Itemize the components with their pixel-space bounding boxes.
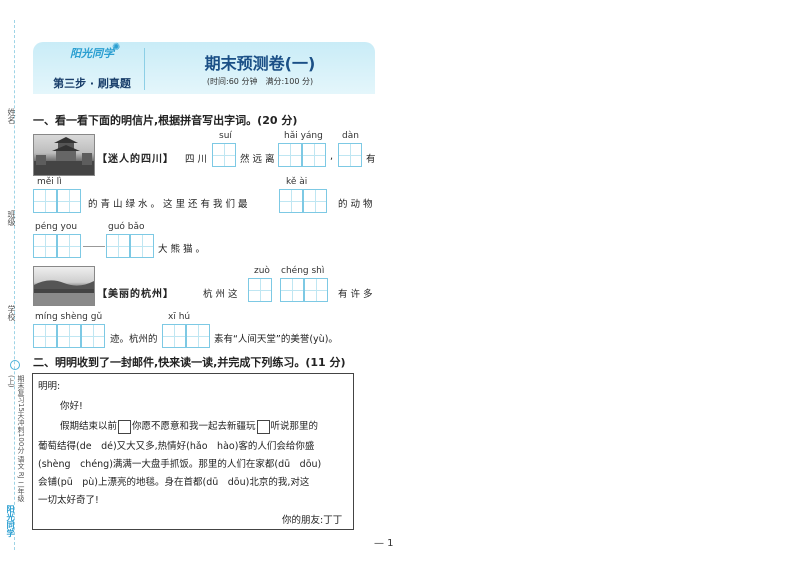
name-label: 姓名 [7,108,16,124]
letter-line-5: 一切太好奇了! [38,495,99,506]
answer-box-cheng[interactable] [280,278,304,302]
letter-line-2: 葡萄结得(de dé)又大又多,热情好(hǎo hào)客的人们会给你盛 [38,441,315,452]
answer-box-sheng[interactable] [57,324,81,348]
answer-box-hai[interactable] [278,143,302,167]
text-ji-hangzhoude: 迹。杭州的 [110,334,158,345]
answer-box-zuo[interactable] [248,278,272,302]
letter-line-1-c: 听说那里的 [270,421,319,432]
pinyin-keai: kě ài [286,177,308,187]
header-divider [144,48,145,90]
answer-box-gu[interactable] [81,324,105,348]
school-label: 学校 [7,305,16,321]
text-comma: , [330,151,334,162]
answer-box-ming[interactable] [33,324,57,348]
dash-connector [83,246,105,247]
pinyin-zuo: zuò [254,266,270,276]
text-ranyuanli: 然远离 [240,154,278,165]
pinyin-pengyou: péng you [35,222,78,232]
section2-heading: 二、明明收到了一封邮件,快来读一读,并完成下列练习。(11 分) [33,356,346,369]
class-label: 班级 [7,210,16,226]
letter-line-1: 假期结束以前 你愿不愿意和我一起去新疆玩 听说那里的 [60,418,318,434]
book-title: 期末复习15天冲刺100分 语文 RJ 二年级(上) [7,375,25,502]
text-renjiantiantang: 素有“人间天堂”的美誉(yù)。 [214,334,338,345]
text-dongwu: 的动物 [338,199,376,210]
answer-box-peng[interactable] [33,234,57,258]
letter-signature: 你的朋友:丁丁 [282,515,343,526]
step-label: 第三步 · 刷真题 [53,77,131,90]
answer-box-xi[interactable] [162,324,186,348]
punctuation-box-2[interactable] [256,419,270,434]
answer-box-dan[interactable] [338,143,362,167]
margin-circle-icon [10,360,20,370]
answer-box-shi[interactable] [304,278,328,302]
pinyin-sui: suí [219,131,232,141]
letter-line-4: 会铺(pū pù)上漂亮的地毯。身在首都(dū dōu)北京的我,对这 [38,477,310,488]
answer-box-mei[interactable] [33,189,57,213]
pinyin-guobao: guó bǎo [108,222,145,232]
text-hangzhouzhe: 杭州这 [203,289,241,300]
card1-tag: 【迷人的四川】 [97,154,174,165]
page-title: 期末预测卷(一) [204,54,316,73]
pinyin-haiyang: hǎi yáng [284,131,323,141]
exam-subtitle: (时间:60 分钟 满分:100 分) [206,77,314,86]
answer-box-sui[interactable] [212,143,236,167]
pinyin-dan: dàn [342,131,359,141]
pinyin-chengshi: chéng shì [281,266,325,276]
hangzhou-westlake-photo [33,266,95,306]
pinyin-mingshenggu: míng shèng gǔ [35,312,103,322]
text-sichuan: 四川 [185,154,211,165]
letter-hello: 你好! [60,401,83,412]
answer-box-ai[interactable] [303,189,327,213]
page-number: — 1 [374,538,394,549]
answer-box-you[interactable] [57,234,81,258]
answer-box-bao[interactable] [130,234,154,258]
punctuation-box-1[interactable] [118,419,132,434]
answer-box-hu[interactable] [186,324,210,348]
letter-greeting: 明明: [38,381,61,392]
pinyin-xihu: xī hú [168,312,191,322]
text-youxuduo: 有许多 [338,289,376,300]
card2-tag: 【美丽的杭州】 [97,289,174,300]
answer-box-li[interactable] [57,189,81,213]
letter-line-3: (shèng chéng)满满一大盘手抓饭。那里的人们在家都(dū dōu) [38,459,322,470]
section1-heading: 一、看一看下面的明信片,根据拼音写出字词。(20 分) [33,114,298,127]
text-you: 有 [366,154,379,165]
letter-line-1-b: 你愿不愿意和我一起去新疆玩 [132,421,256,432]
sun-icon: ✺ [112,42,121,53]
letter-line-1-a: 假期结束以前 [60,421,118,432]
answer-box-ke[interactable] [279,189,303,213]
sichuan-pavilion-photo [33,134,95,176]
text-qingshan: 的青山绿水。这里还有我们最 [88,199,251,210]
brand-label: 阳光同学 [6,505,15,537]
text-daxiongmao: 大熊猫。 [158,244,209,255]
answer-box-guo[interactable] [106,234,130,258]
pinyin-meili: měi lì [37,177,62,187]
answer-box-yang[interactable] [302,143,326,167]
